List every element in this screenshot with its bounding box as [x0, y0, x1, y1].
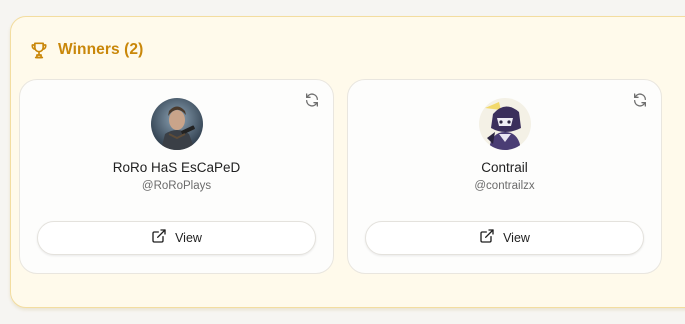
winner-card: Contrail @contrailzx View	[347, 79, 662, 274]
view-button[interactable]: View	[365, 221, 644, 255]
winner-card: RoRo HaS EsCaPeD @RoRoPlays View	[19, 79, 334, 274]
view-button[interactable]: View	[37, 221, 316, 255]
view-button-label: View	[175, 231, 202, 245]
winner-handle: @contrailzx	[474, 180, 535, 192]
winner-display-name: RoRo HaS EsCaPeD	[112, 160, 241, 175]
avatar	[478, 98, 531, 150]
external-link-icon	[479, 228, 495, 249]
winner-handle: @RoRoPlays	[141, 180, 212, 192]
external-link-icon	[151, 228, 167, 249]
refresh-icon[interactable]	[632, 92, 648, 108]
winners-header: Winners (2)	[29, 40, 143, 60]
refresh-icon[interactable]	[304, 92, 320, 108]
winners-title: Winners (2)	[58, 41, 144, 58]
view-button-label: View	[503, 231, 530, 245]
trophy-icon	[29, 40, 49, 60]
winner-display-name: Contrail	[481, 160, 528, 175]
avatar	[150, 98, 203, 150]
